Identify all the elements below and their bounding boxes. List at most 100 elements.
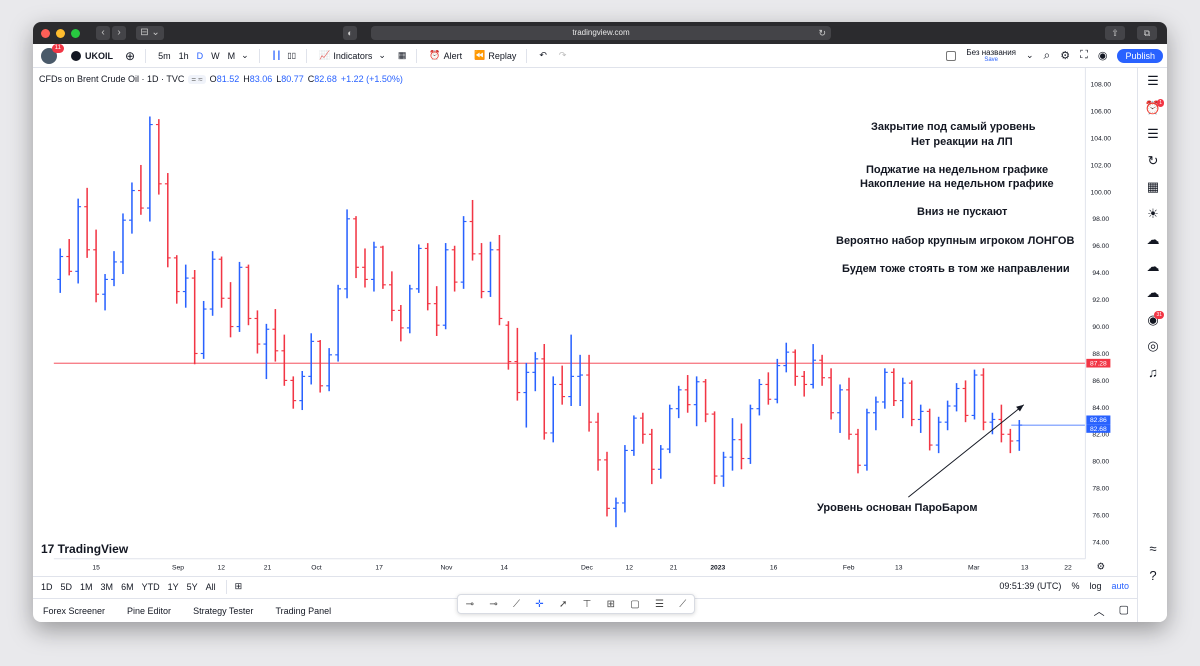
ohlc-bar xyxy=(586,354,592,432)
publish-button[interactable]: Publish xyxy=(1117,48,1163,63)
privacy-shield-icon[interactable]: ◐ xyxy=(343,26,357,40)
signals-icon[interactable]: ♫ xyxy=(1138,360,1167,387)
y-tick-label: 108.00 xyxy=(1090,82,1111,89)
undo-icon[interactable]: ↶ xyxy=(539,50,547,61)
hotlist-icon[interactable]: ↻ xyxy=(1138,148,1167,175)
chevron-up-icon[interactable]: ︿ xyxy=(1094,603,1105,619)
maximize-panel-icon[interactable]: ▢ xyxy=(1119,603,1129,619)
bars-chart-type-icon[interactable]: ┃┃ xyxy=(272,51,282,60)
tab-strategy-tester[interactable]: Strategy Tester xyxy=(193,606,253,616)
reload-icon[interactable]: ↻ xyxy=(818,26,826,40)
annotation-text[interactable]: Вниз не пускают xyxy=(917,206,1007,218)
fullscreen-icon[interactable]: ⛶ xyxy=(1080,49,1088,62)
tab-forex-screener[interactable]: Forex Screener xyxy=(43,606,105,616)
y-tick-label: 96.00 xyxy=(1092,243,1109,250)
legend-title[interactable]: CFDs on Brent Crude Oil · 1D · TVC xyxy=(39,74,184,84)
broadcast-icon[interactable]: ◎ xyxy=(1138,333,1167,360)
forward-icon[interactable]: › xyxy=(112,26,126,40)
close-window-button[interactable] xyxy=(41,28,50,38)
interval-5m[interactable]: 5m xyxy=(158,51,171,61)
notifications-icon[interactable]: ◉ 31 xyxy=(1138,307,1167,334)
interval-d[interactable]: D xyxy=(197,51,204,61)
layout-dropdown-icon[interactable]: ⌄ xyxy=(1026,50,1034,61)
annotation-text[interactable]: Поджатие на недельном графике xyxy=(866,164,1048,176)
percent-scale-toggle[interactable]: % xyxy=(1071,581,1079,591)
range-3m[interactable]: 3M xyxy=(101,582,114,592)
indicators-dropdown-icon[interactable]: ⌄ xyxy=(378,50,386,61)
go-to-date-icon[interactable]: ⊞ xyxy=(235,581,243,592)
zoom-window-button[interactable] xyxy=(71,28,80,38)
cursor-line-icon[interactable]: ⊸ xyxy=(466,599,474,610)
trend-line-icon[interactable]: ⊸ xyxy=(489,599,497,610)
camera-icon[interactable]: ◉ xyxy=(1098,49,1108,62)
range-ytd[interactable]: YTD xyxy=(142,582,160,592)
ray-icon[interactable]: ⟋ xyxy=(513,599,520,610)
range-all[interactable]: All xyxy=(206,582,216,592)
clock-time[interactable]: 09:51:39 (UTC) xyxy=(999,581,1061,591)
watchlist-icon[interactable]: ☰ xyxy=(1138,68,1167,95)
zoom-icon[interactable]: ⊞ xyxy=(607,599,615,610)
search-icon[interactable]: ⌕ xyxy=(1044,48,1051,63)
ohlc-bar xyxy=(738,423,745,470)
ohlc-bar xyxy=(371,241,377,292)
tab-overview-icon[interactable]: ⧉ xyxy=(1137,26,1157,40)
layout-name-group[interactable]: Без названия Save xyxy=(966,48,1016,63)
range-5d[interactable]: 5D xyxy=(61,582,73,592)
range-5y[interactable]: 5Y xyxy=(187,582,198,592)
messages-icon[interactable]: ☁ xyxy=(1138,280,1167,307)
templates-icon[interactable]: ▦ xyxy=(398,50,407,61)
candles-chart-type-icon[interactable]: ▯▯ xyxy=(287,51,296,60)
compare-symbol-icon[interactable]: ⊕ xyxy=(125,49,135,63)
range-6m[interactable]: 6M xyxy=(121,582,134,592)
replay-button[interactable]: Replay xyxy=(488,51,516,61)
sidebar-toggle-button[interactable]: ⊟ ⌄ xyxy=(136,26,164,40)
share-icon[interactable]: ⇧ xyxy=(1105,26,1125,40)
arrow-cursor-icon[interactable]: ➚ xyxy=(559,599,567,610)
auto-scale-toggle[interactable]: auto xyxy=(1111,581,1129,591)
address-bar[interactable]: tradingview.com ↻ xyxy=(371,26,831,40)
minimize-window-button[interactable] xyxy=(56,28,65,38)
indicators-flow-icon[interactable]: ≈ xyxy=(1138,536,1167,563)
tradingview-logo[interactable]: 17 TradingView xyxy=(41,542,128,556)
ohlc-bar xyxy=(631,415,637,456)
alerts-icon[interactable]: ⏰ 1 xyxy=(1138,95,1167,122)
back-icon[interactable]: ‹ xyxy=(96,26,110,40)
indicators-button[interactable]: Indicators xyxy=(333,51,372,61)
brush-icon[interactable]: ⟋ xyxy=(679,599,686,610)
rectangle-icon[interactable]: ▢ xyxy=(630,599,639,610)
crosshair-icon[interactable]: ✛ xyxy=(535,599,543,610)
layout-checkbox-icon[interactable] xyxy=(946,50,957,61)
measure-icon[interactable]: ⊤ xyxy=(583,599,592,610)
alert-button[interactable]: Alert xyxy=(444,51,463,61)
news-list-icon[interactable]: ☰ xyxy=(1138,121,1167,148)
range-1y[interactable]: 1Y xyxy=(168,582,179,592)
interval-m[interactable]: M xyxy=(228,51,236,61)
chats-icon[interactable]: ☁ xyxy=(1138,254,1167,281)
ideas-icon[interactable]: ☀ xyxy=(1138,201,1167,228)
tab-pine-editor[interactable]: Pine Editor xyxy=(127,606,171,616)
annotation-text[interactable]: Закрытие под самый уровень xyxy=(871,121,1035,133)
interval-dropdown-icon[interactable]: ⌄ xyxy=(241,50,249,61)
streams-icon[interactable]: ☁ xyxy=(1138,227,1167,254)
interval-1h[interactable]: 1h xyxy=(179,51,189,61)
text-icon[interactable]: ☰ xyxy=(655,599,664,610)
redo-icon[interactable]: ↷ xyxy=(559,50,567,61)
help-icon[interactable]: ? xyxy=(1138,563,1167,590)
tab-trading-panel[interactable]: Trading Panel xyxy=(275,606,331,616)
gear-icon[interactable]: ⚙ xyxy=(1060,49,1070,62)
range-1d[interactable]: 1D xyxy=(41,582,53,592)
gear-icon[interactable]: ⚙ xyxy=(1096,561,1105,572)
annotation-text[interactable]: Вероятно набор крупным игроком ЛОНГОВ xyxy=(836,235,1074,247)
legend-buttons[interactable]: = ≈ xyxy=(188,74,206,84)
log-scale-toggle[interactable]: log xyxy=(1089,581,1101,591)
range-1m[interactable]: 1M xyxy=(80,582,93,592)
x-tick-label: 2023 xyxy=(710,564,725,571)
annotation-text[interactable]: Будем тоже стоять в том же направлении xyxy=(842,263,1070,275)
symbol-search-button[interactable]: UKOIL xyxy=(85,51,113,61)
interval-w[interactable]: W xyxy=(211,51,220,61)
annotation-text[interactable]: Нет реакции на ЛП xyxy=(911,136,1013,148)
annotation-text[interactable]: Уровень основан ПароБаром xyxy=(817,502,977,514)
avatar[interactable]: 11 xyxy=(41,43,64,64)
calendar-icon[interactable]: ▦ xyxy=(1138,174,1167,201)
annotation-text[interactable]: Накопление на недельном графике xyxy=(860,178,1054,190)
